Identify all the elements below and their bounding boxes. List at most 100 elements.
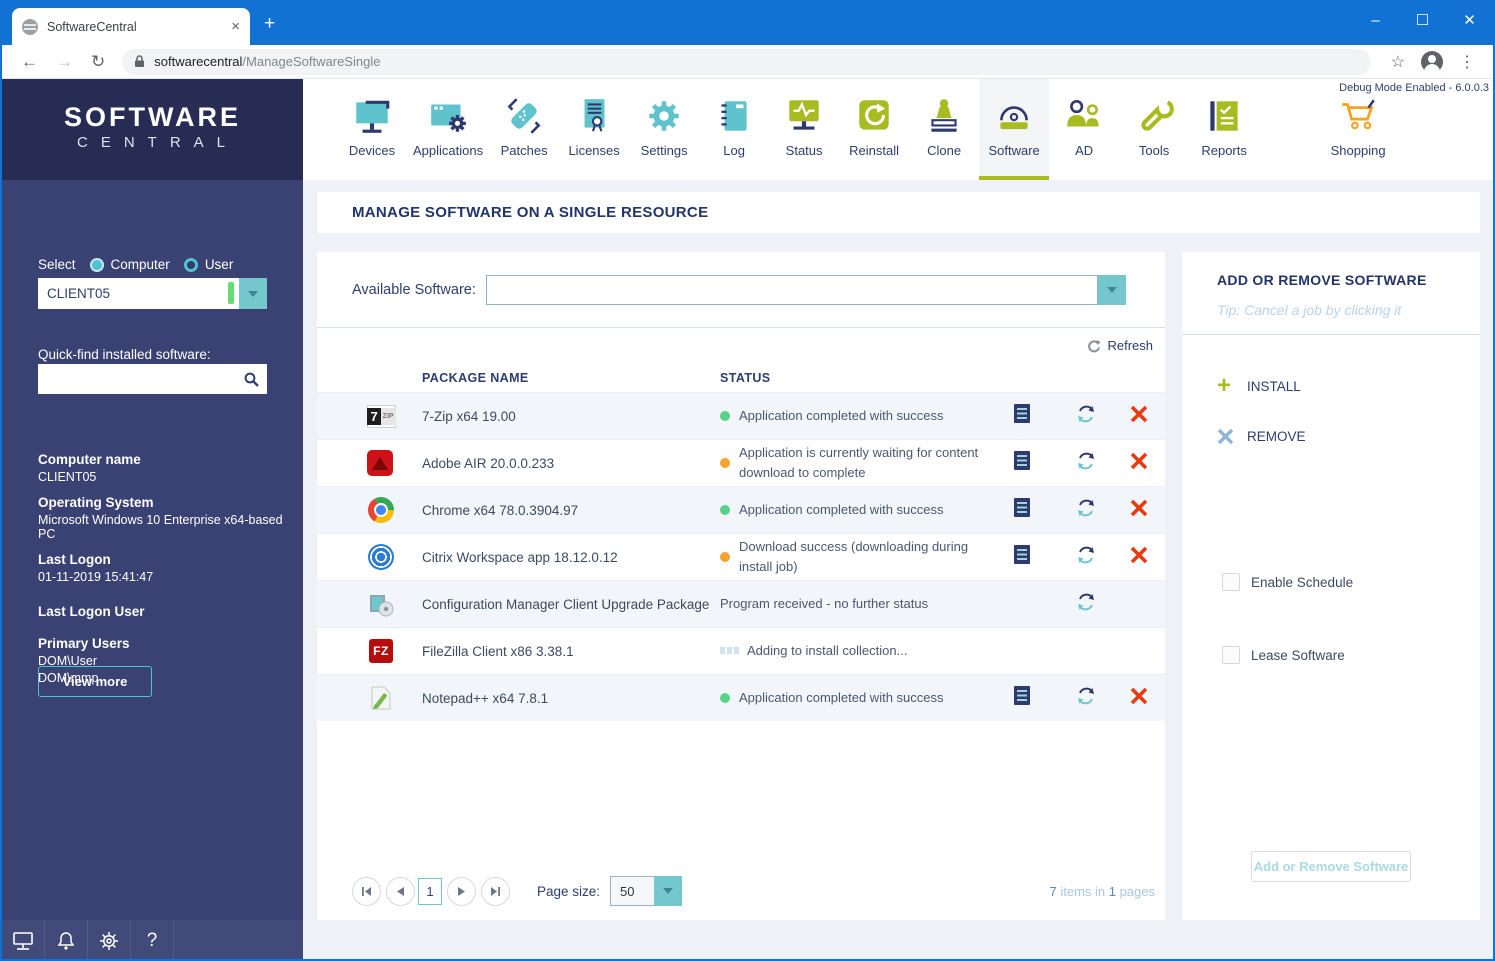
table-row[interactable]: FZ FileZilla Client x86 3.38.1 Adding to… — [317, 627, 1165, 674]
lease-software-checkbox[interactable] — [1222, 646, 1240, 664]
next-page-button[interactable] — [447, 876, 476, 906]
reload-icon[interactable]: ↻ — [91, 52, 105, 72]
nav-item-software[interactable]: Software — [979, 79, 1050, 180]
table-row[interactable]: Configuration Manager Client Upgrade Pac… — [317, 580, 1165, 627]
cancel-action-icon[interactable] — [1130, 452, 1152, 475]
info-label: Primary Users — [38, 636, 130, 651]
validation-bar — [228, 282, 234, 304]
nav-item-settings[interactable]: Settings — [629, 79, 699, 180]
enable-schedule-checkbox[interactable] — [1222, 573, 1240, 591]
lease-software-label: Lease Software — [1251, 647, 1345, 663]
resource-type-selector: Select Computer User — [38, 257, 233, 272]
nav-label: Licenses — [568, 143, 620, 158]
last-page-button[interactable] — [481, 876, 510, 906]
nav-item-status[interactable]: Status — [769, 79, 839, 180]
window-close-button[interactable]: ✕ — [1446, 0, 1493, 45]
install-option[interactable]: + INSTALL — [1217, 372, 1480, 399]
prev-page-button[interactable] — [386, 876, 415, 906]
nav-item-clone[interactable]: Clone — [909, 79, 979, 180]
content-area: MANAGE SOFTWARE ON A SINGLE RESOURCE Ava… — [303, 180, 1493, 959]
remove-option[interactable]: REMOVE — [1217, 428, 1480, 445]
refresh-button[interactable]: Refresh — [1087, 338, 1153, 353]
panel-title: ADD OR REMOVE SOFTWARE — [1217, 272, 1427, 288]
radio-computer-label[interactable]: Computer — [111, 257, 170, 272]
available-software-label: Available Software: — [352, 281, 476, 298]
log-action-icon[interactable] — [1014, 545, 1036, 569]
available-software-input[interactable] — [485, 274, 1098, 305]
window-minimize-button[interactable]: – — [1352, 0, 1399, 45]
back-icon[interactable]: ← — [21, 52, 38, 72]
window-maximize-button[interactable]: ☐ — [1399, 0, 1446, 45]
cancel-action-icon[interactable] — [1130, 687, 1152, 710]
nav-item-ad[interactable]: AD — [1049, 79, 1119, 180]
browser-menu-icon[interactable]: ⋮ — [1459, 52, 1475, 72]
radio-user[interactable] — [183, 257, 198, 272]
nav-item-tools[interactable]: Tools — [1119, 79, 1189, 180]
nav-item-applications[interactable]: Applications — [407, 79, 489, 180]
tab-close-icon[interactable]: × — [231, 19, 240, 34]
address-bar[interactable]: softwarecentral /ManageSoftwareSingle — [122, 48, 1371, 75]
resource-dropdown-button[interactable] — [239, 278, 267, 309]
retry-action-icon[interactable] — [1076, 498, 1130, 523]
retry-action-icon[interactable] — [1076, 545, 1130, 570]
retry-action-icon[interactable] — [1076, 686, 1130, 711]
cancel-action-icon[interactable] — [1130, 546, 1152, 569]
radio-user-label[interactable]: User — [205, 257, 234, 272]
nav-item-reinstall[interactable]: Reinstall — [839, 79, 909, 180]
bell-icon[interactable] — [45, 920, 88, 959]
log-action-icon[interactable] — [1014, 686, 1036, 710]
resource-select[interactable]: CLIENT05 — [38, 278, 239, 309]
reinstall-icon — [859, 100, 889, 130]
profile-avatar[interactable] — [1421, 50, 1443, 73]
table-row[interactable]: Adobe AIR 20.0.0.233 Application is curr… — [317, 439, 1165, 486]
nav-item-reports[interactable]: Reports — [1189, 79, 1259, 180]
cancel-action-icon[interactable] — [1130, 405, 1152, 428]
log-nav-icon — [721, 101, 747, 131]
quickfind-input[interactable] — [38, 370, 244, 388]
table-header: PACKAGE NAME STATUS — [317, 364, 1165, 392]
computer-info: Computer name CLIENT05 Operating System … — [38, 441, 293, 685]
first-page-button[interactable] — [352, 876, 381, 906]
table-row[interactable]: Chrome x64 78.0.3904.97 Application comp… — [317, 486, 1165, 533]
forward-icon[interactable]: → — [56, 52, 73, 72]
current-page[interactable]: 1 — [418, 877, 442, 905]
gear-icon[interactable] — [88, 920, 131, 959]
cancel-action-icon[interactable] — [1130, 499, 1152, 522]
page-size-select[interactable]: 50 — [610, 876, 683, 906]
bookmark-star-icon[interactable]: ☆ — [1391, 52, 1405, 72]
nav-item-devices[interactable]: Devices — [337, 79, 407, 180]
nav-item-patches[interactable]: Patches — [489, 79, 559, 180]
table-row[interactable]: 7 ZIP 7-Zip x64 19.00 Application complet… — [317, 392, 1165, 439]
nav-label: Settings — [640, 143, 688, 158]
radio-computer[interactable] — [89, 257, 104, 272]
search-icon[interactable] — [244, 372, 259, 387]
table-row[interactable]: Notepad++ x64 7.8.1 Application complete… — [317, 674, 1165, 721]
view-more-button[interactable]: View more — [38, 666, 152, 697]
available-software-dropdown-button[interactable] — [1097, 274, 1126, 305]
info-value: CLIENT05 — [38, 470, 97, 484]
info-label: Last Logon — [38, 552, 111, 567]
retry-action-icon[interactable] — [1076, 451, 1130, 476]
new-tab-button[interactable]: + — [264, 14, 275, 33]
page-size-dropdown-button[interactable] — [654, 876, 683, 906]
browser-titlebar: SoftwareCentral × + – ☐ ✕ — [2, 0, 1493, 45]
browser-tab[interactable]: SoftwareCentral × — [12, 8, 250, 45]
sidebar-footer: ? — [2, 920, 303, 959]
log-action-icon[interactable] — [1014, 498, 1036, 522]
nav-item-licenses[interactable]: Licenses — [559, 79, 629, 180]
nav-item-log[interactable]: Log — [699, 79, 769, 180]
help-icon[interactable]: ? — [131, 920, 174, 959]
add-or-remove-software-button[interactable]: Add or Remove Software — [1251, 851, 1411, 882]
package-name: Chrome x64 78.0.3904.97 — [422, 502, 579, 518]
add-remove-panel: ADD OR REMOVE SOFTWARE Tip: Cancel a job… — [1182, 252, 1480, 920]
retry-action-icon[interactable] — [1076, 592, 1130, 617]
retry-action-icon[interactable] — [1076, 404, 1130, 429]
install-plus-icon: + — [1217, 372, 1232, 399]
column-package-name: PACKAGE NAME — [422, 371, 529, 385]
table-row[interactable]: Citrix Workspace app 18.12.0.12 Download… — [317, 533, 1165, 580]
log-action-icon[interactable] — [1014, 451, 1036, 475]
log-action-icon[interactable] — [1014, 404, 1036, 428]
nav-label: Tools — [1138, 143, 1170, 158]
nav-item-shopping[interactable]: Shopping — [1323, 79, 1393, 180]
monitor-icon[interactable] — [2, 920, 45, 959]
